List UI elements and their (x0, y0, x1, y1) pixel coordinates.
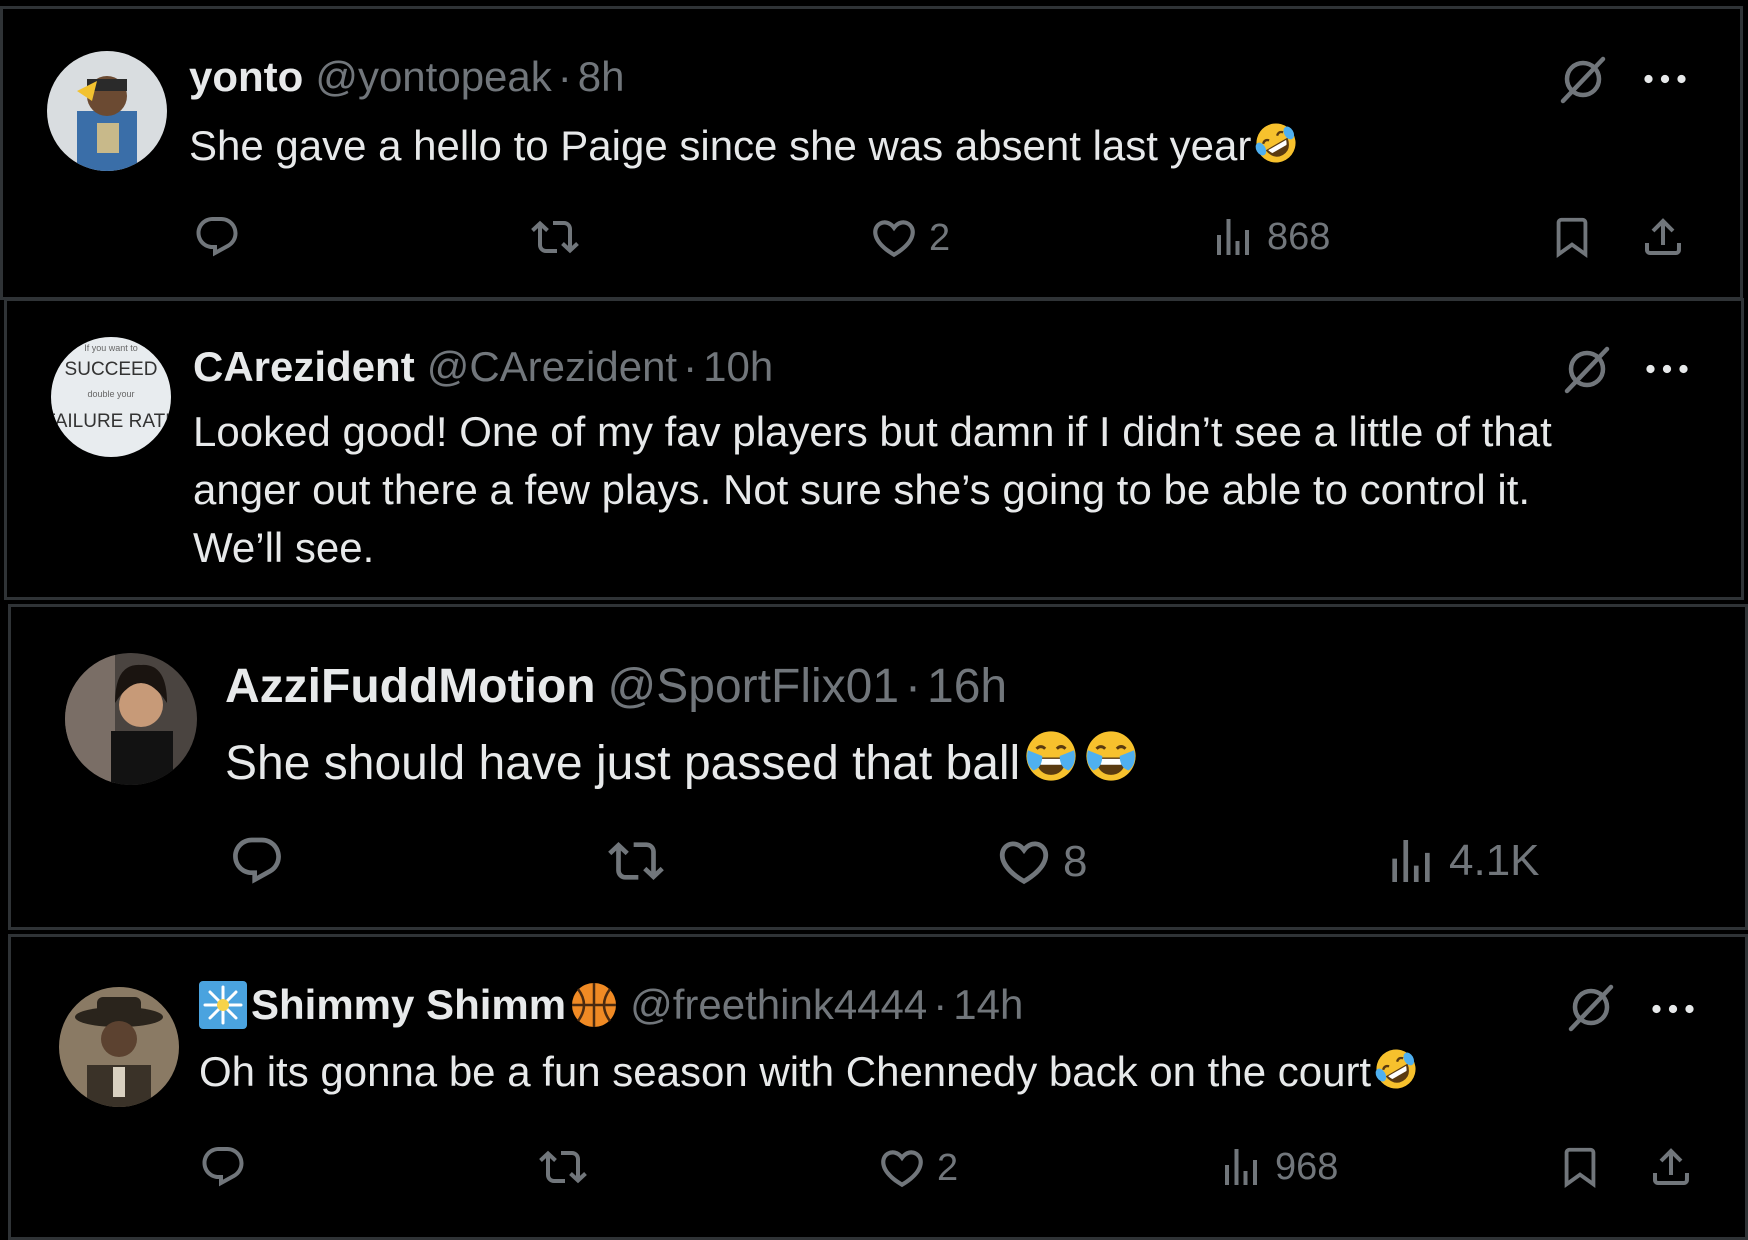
repost-button[interactable] (529, 213, 581, 261)
reply-button[interactable] (199, 1143, 247, 1191)
rofl-emoji-icon (1373, 1046, 1419, 1092)
like-button[interactable]: 2 (877, 1143, 958, 1193)
post-3[interactable]: AzziFuddMotion @SportFlix01 · 16h She sh… (8, 604, 1748, 930)
share-button[interactable] (1647, 1143, 1695, 1191)
separator-dot: · (933, 981, 948, 1028)
avatar[interactable]: If you want to SUCCEED double your FAILU… (51, 337, 171, 457)
reply-button[interactable] (193, 213, 241, 261)
post-2[interactable]: If you want to SUCCEED double your FAILU… (4, 298, 1744, 600)
bookmark-button[interactable] (1549, 213, 1595, 261)
face-with-tears-of-joy-icon (1082, 727, 1140, 785)
repost-icon (529, 213, 581, 261)
separator-dot: · (557, 53, 572, 100)
user-handle[interactable]: @freethink4444 (630, 981, 927, 1029)
repost-icon (537, 1143, 589, 1191)
reply-icon (199, 1143, 247, 1191)
bookmark-icon (1557, 1143, 1603, 1191)
like-count: 2 (929, 216, 951, 259)
post-header: yonto @yontopeak · 8h (189, 53, 625, 101)
view-count: 868 (1267, 215, 1331, 258)
views-icon (1383, 833, 1439, 889)
face-with-tears-of-joy-icon (1022, 727, 1080, 785)
bookmark-icon (1549, 213, 1595, 261)
like-count: 2 (937, 1146, 959, 1189)
view-count: 4.1K (1449, 836, 1540, 885)
post-text: Oh its gonna be a fun season with Chenne… (199, 1043, 1419, 1102)
post-text-line: anger out there a few plays. Not sure sh… (193, 466, 1531, 513)
user-handle[interactable]: @CArezident (427, 343, 677, 391)
like-icon (995, 833, 1053, 891)
timestamp[interactable]: 8h (578, 53, 625, 101)
display-name[interactable]: AzziFuddMotion (225, 659, 596, 714)
reply-icon (229, 833, 285, 889)
share-button[interactable] (1639, 213, 1687, 261)
share-icon (1639, 213, 1687, 261)
separator-dot: · (905, 660, 922, 713)
share-icon (1647, 1143, 1695, 1191)
svg-text:SUCCEED: SUCCEED (65, 359, 158, 380)
avatar[interactable] (59, 987, 179, 1107)
more-options-icon[interactable] (1651, 1003, 1695, 1015)
post-text-line: Looked good! One of my fav players but d… (193, 408, 1552, 455)
reply-icon (193, 213, 241, 261)
svg-text:If you want to: If you want to (84, 343, 138, 353)
avatar[interactable] (47, 51, 167, 171)
views-button[interactable]: 968 (1217, 1143, 1338, 1191)
post-header: AzziFuddMotion @SportFlix01 · 16h (225, 659, 1007, 714)
separator-dot: · (683, 343, 698, 390)
display-name[interactable]: yonto (189, 53, 303, 101)
like-button[interactable]: 2 (869, 213, 950, 263)
svg-text:double your: double your (87, 389, 134, 399)
like-button[interactable]: 8 (995, 833, 1087, 891)
timestamp[interactable]: 10h (703, 343, 773, 391)
svg-text:FAILURE RATE: FAILURE RATE (51, 411, 171, 432)
repost-button[interactable] (607, 833, 665, 889)
post-text-line: We’ll see. (193, 524, 375, 571)
like-icon (877, 1143, 927, 1193)
display-name[interactable]: CArezident (193, 343, 415, 391)
post-4[interactable]: Shimmy Shimm @freethink4444 · 14h Oh its… (8, 934, 1748, 1240)
grok-icon[interactable] (1563, 345, 1613, 395)
display-name[interactable]: Shimmy Shimm (251, 981, 566, 1029)
timestamp[interactable]: 14h (953, 981, 1023, 1029)
post-header: CArezident @CArezident · 10h (193, 343, 773, 391)
repost-button[interactable] (537, 1143, 589, 1191)
post-text: She gave a hello to Paige since she was … (189, 117, 1299, 176)
rofl-emoji-icon (1253, 120, 1299, 166)
views-button[interactable]: 868 (1209, 213, 1330, 261)
like-icon (869, 213, 919, 263)
post-text: Looked good! One of my fav players but d… (193, 403, 1552, 577)
view-count: 968 (1275, 1145, 1339, 1188)
post-1[interactable]: yonto @yontopeak · 8h She gave a hello t… (0, 6, 1743, 300)
grok-icon[interactable] (1559, 55, 1609, 105)
user-handle[interactable]: @SportFlix01 (608, 659, 900, 714)
avatar[interactable] (65, 653, 197, 785)
like-count: 8 (1063, 837, 1088, 886)
views-icon (1209, 213, 1257, 261)
reply-button[interactable] (229, 833, 285, 889)
repost-icon (607, 833, 665, 889)
views-button[interactable]: 4.1K (1383, 833, 1540, 889)
post-header: Shimmy Shimm @freethink4444 · 14h (199, 981, 1023, 1029)
basketball-icon (572, 983, 617, 1027)
timestamp[interactable]: 16h (927, 659, 1007, 714)
sparkle-badge-icon (199, 981, 247, 1029)
bookmark-button[interactable] (1557, 1143, 1603, 1191)
grok-icon[interactable] (1567, 983, 1617, 1033)
user-handle[interactable]: @yontopeak (315, 53, 551, 101)
more-options-icon[interactable] (1643, 73, 1687, 85)
post-text: She should have just passed that ball (225, 727, 1140, 797)
more-options-icon[interactable] (1645, 363, 1689, 375)
views-icon (1217, 1143, 1265, 1191)
